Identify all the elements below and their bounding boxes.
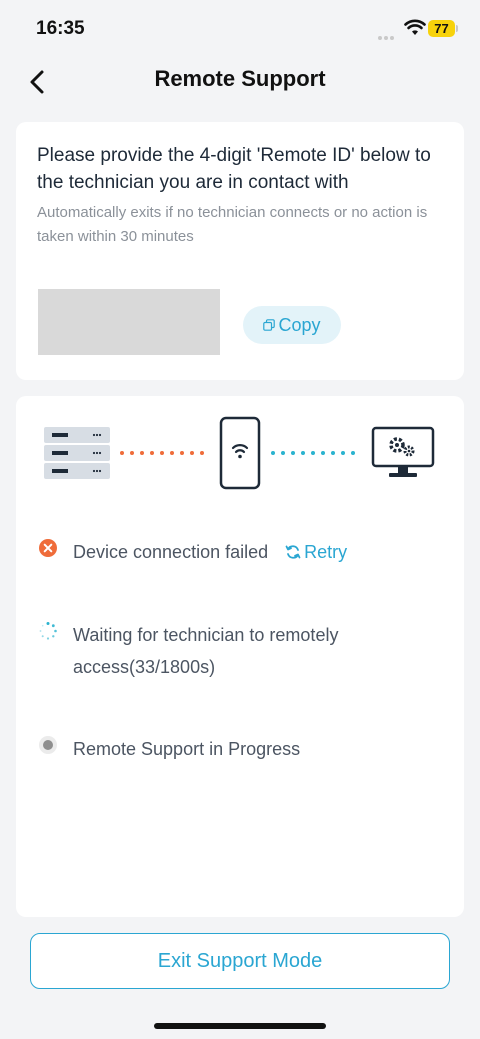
phone-icon <box>219 416 261 490</box>
retry-label: Retry <box>304 542 348 562</box>
page-title: Remote Support <box>154 66 326 91</box>
pending-dot-icon <box>39 736 57 754</box>
timeout-hint: Automatically exits if no technician con… <box>37 204 428 245</box>
progress-status-text: Remote Support in Progress <box>73 739 301 759</box>
copy-icon <box>263 319 276 331</box>
status-time: 16:35 <box>36 18 85 39</box>
copy-label: Copy <box>278 314 321 335</box>
exit-support-mode-button[interactable]: Exit Support Mode <box>30 933 450 989</box>
waiting-status: Waiting for technician to remotely acces… <box>38 619 433 683</box>
remote-id-placeholder <box>38 289 220 355</box>
device-status-text: Device connection failed <box>73 542 269 562</box>
exit-label: Exit Support Mode <box>157 949 323 972</box>
loading-spinner-icon <box>39 622 57 640</box>
monitor-gears-icon <box>371 426 435 477</box>
battery-icon: 77 <box>428 20 458 37</box>
instruction-text: Please provide the 4-digit 'Remote ID' b… <box>37 145 431 193</box>
router-icon <box>44 427 110 479</box>
home-indicator <box>154 1023 326 1029</box>
pending-link-dots <box>271 451 355 455</box>
status-bar: 16:35 77 <box>0 0 480 58</box>
remote-id-card: Please provide the 4-digit 'Remote ID' b… <box>16 122 464 380</box>
refresh-icon <box>285 545 301 559</box>
remote-support-status: Remote Support in Progress <box>38 733 300 765</box>
copy-button[interactable]: Copy <box>243 306 341 344</box>
battery-level: 77 <box>428 20 455 37</box>
cellular-signal-icon <box>378 27 398 40</box>
failed-link-dots <box>120 451 204 455</box>
retry-button[interactable]: Retry <box>285 536 347 568</box>
error-icon <box>39 539 57 557</box>
waiting-status-text: Waiting for technician to remotely acces… <box>73 625 339 677</box>
connection-status-card: Device connection failed Retry Waiting f… <box>16 396 464 917</box>
device-connection-status: Device connection failed Retry <box>38 536 347 568</box>
wifi-status-icon <box>404 19 426 35</box>
